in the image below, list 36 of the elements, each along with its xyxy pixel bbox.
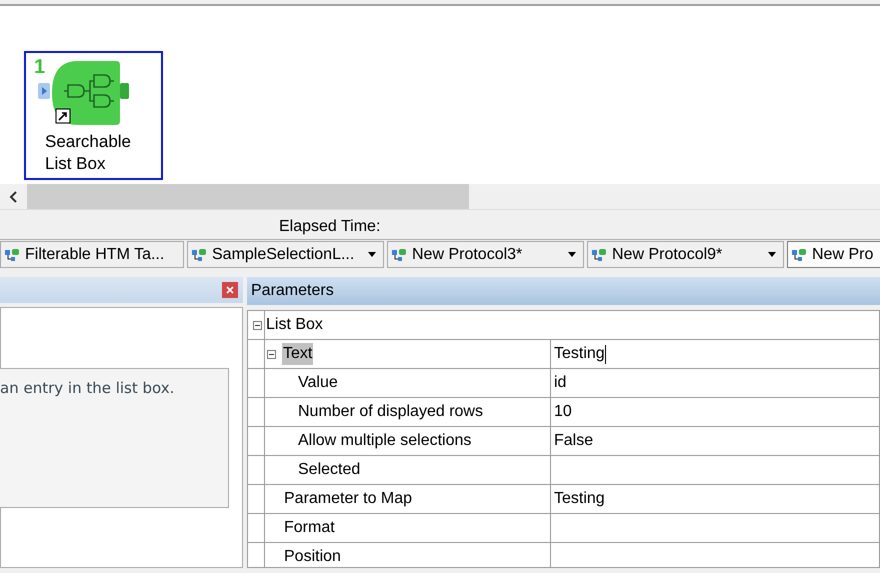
- document-tab[interactable]: New Protocol9*: [587, 241, 784, 268]
- property-name[interactable]: Value: [297, 372, 339, 394]
- description-text: an entry in the list box.: [0, 379, 174, 397]
- property-value: Testing: [553, 489, 606, 509]
- property-name[interactable]: Selected: [297, 459, 362, 481]
- property-value: False: [553, 431, 594, 451]
- workflow-icon: [192, 248, 206, 260]
- close-icon[interactable]: [222, 282, 238, 298]
- caret-icon[interactable]: [568, 252, 576, 257]
- panel-title: Parameters: [251, 282, 334, 299]
- node-card[interactable]: 1 Searchable List Box: [24, 51, 163, 180]
- workflow-icon: [5, 248, 19, 260]
- document-tab[interactable]: SampleSelectionL...: [187, 241, 384, 268]
- caret-icon[interactable]: [368, 252, 376, 257]
- workflow-icon: [792, 248, 806, 260]
- property-name[interactable]: Position: [283, 546, 342, 567]
- value-input-field[interactable]: Testing: [551, 340, 879, 368]
- node-number: 1: [34, 57, 46, 77]
- property-name[interactable]: Format: [283, 517, 336, 539]
- category-label[interactable]: List Box: [265, 314, 324, 336]
- workflow-icon: [392, 248, 406, 260]
- document-tab[interactable]: Filterable HTM Ta...: [0, 241, 184, 268]
- property-value: 10: [553, 402, 573, 422]
- property-name[interactable]: Text: [282, 343, 314, 365]
- elapsed-time-label: Elapsed Time:: [279, 218, 380, 235]
- collapse-icon[interactable]: [267, 350, 276, 358]
- document-tab[interactable]: New Pro: [787, 241, 880, 268]
- property-value: id: [553, 373, 568, 393]
- collapse-icon[interactable]: [252, 320, 262, 330]
- document-tab[interactable]: New Protocol3*: [387, 241, 584, 268]
- node-label: Searchable List Box: [44, 131, 132, 175]
- property-name[interactable]: Parameter to Map: [283, 488, 414, 510]
- property-name[interactable]: Number of displayed rows: [297, 401, 484, 423]
- caret-icon[interactable]: [768, 252, 776, 257]
- property-name[interactable]: Allow multiple selections: [297, 430, 472, 452]
- workflow-icon: [592, 248, 606, 260]
